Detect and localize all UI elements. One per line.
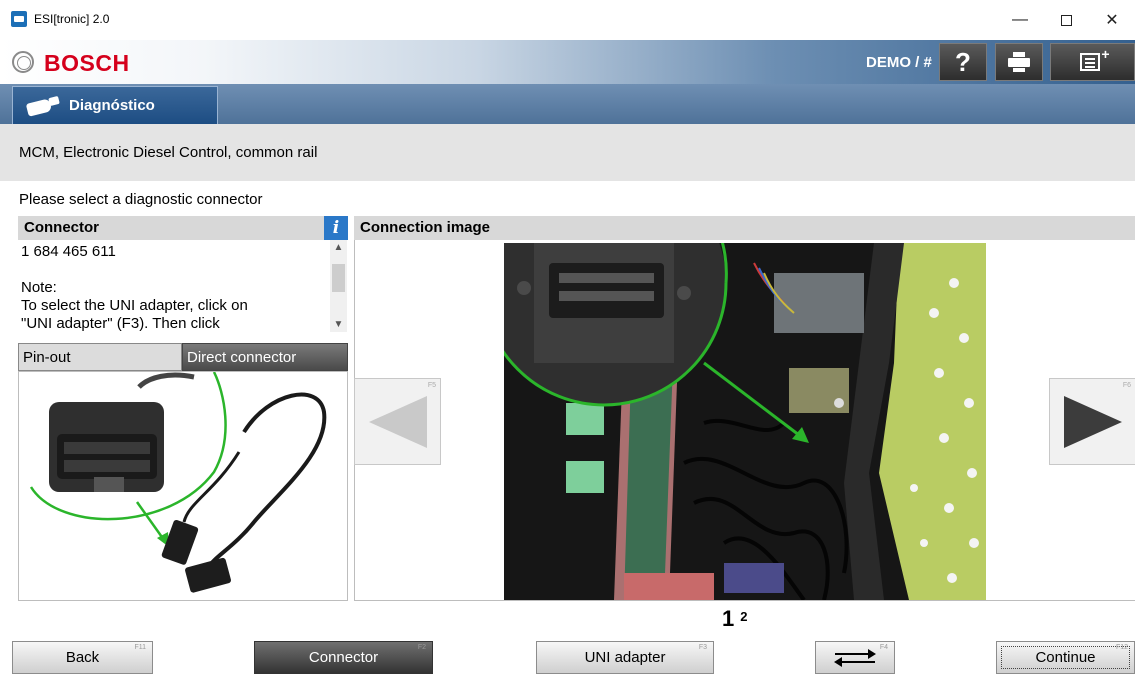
page-subtitle: MCM, Electronic Diesel Control, common r…: [19, 144, 318, 161]
diagnostic-plug-icon: [27, 96, 61, 116]
printer-icon: [1008, 52, 1030, 72]
focus-outline: [1001, 646, 1130, 669]
close-button[interactable]: ✕: [1089, 0, 1135, 40]
connector-description: 1 684 465 611 Note: To select the UNI ad…: [18, 240, 348, 332]
list-add-icon: [1079, 46, 1110, 71]
connector-heading-label: Connector: [24, 219, 99, 236]
next-image-button[interactable]: F6: [1049, 378, 1135, 465]
description-scrollbar[interactable]: ▲ ▼: [330, 240, 347, 332]
connection-image-heading: Connection image: [354, 216, 1135, 240]
page-2-link[interactable]: 2: [740, 609, 747, 624]
swap-button[interactable]: F4: [815, 641, 895, 674]
bosch-logo-icon: [12, 51, 34, 73]
menu-button[interactable]: [1050, 43, 1135, 81]
uni-adapter-label: UNI adapter: [584, 649, 666, 666]
scroll-thumb[interactable]: [332, 264, 345, 292]
key-hint: F5: [427, 382, 436, 389]
tab-pin-out[interactable]: Pin-out: [18, 343, 182, 371]
key-hint: F4: [879, 644, 888, 651]
back-label: Back: [65, 649, 100, 666]
swap-arrows-icon: [833, 648, 877, 667]
tab-diagnostico[interactable]: Diagnóstico: [12, 86, 218, 124]
app-icon: [11, 11, 27, 27]
arrow-right-icon: [1064, 396, 1122, 448]
page-1-link[interactable]: 1: [722, 606, 734, 631]
key-hint: F2: [417, 644, 426, 651]
info-icon[interactable]: i: [324, 216, 348, 240]
tab-direct-connector[interactable]: Direct connector: [182, 343, 348, 371]
help-button[interactable]: ?: [939, 43, 987, 81]
note-line: To select the UNI adapter, click on: [21, 297, 248, 314]
uni-adapter-button[interactable]: UNI adapter F3: [536, 641, 714, 674]
scroll-down-icon[interactable]: ▼: [330, 319, 347, 330]
connection-photo: [504, 243, 986, 600]
arrow-left-icon: [369, 396, 427, 448]
connector-image: [18, 371, 348, 601]
window-title: ESI[tronic] 2.0: [34, 12, 110, 26]
note-title: Note:: [21, 279, 57, 296]
connector-button[interactable]: Connector F2: [254, 641, 433, 674]
connector-label: Connector: [308, 649, 379, 666]
back-button[interactable]: Back F11: [12, 641, 153, 674]
tab-diagnostico-label: Diagnóstico: [69, 97, 155, 114]
help-icon: ?: [955, 46, 971, 77]
instruction-text: Please select a diagnostic connector: [19, 191, 263, 208]
nav-bar: Diagnóstico: [0, 84, 1135, 124]
subtitle-bar: MCM, Electronic Diesel Control, common r…: [0, 124, 1135, 181]
minimize-button[interactable]: —: [997, 0, 1043, 40]
part-number: 1 684 465 611: [21, 243, 116, 260]
connector-heading: Connector i: [18, 216, 348, 240]
print-button[interactable]: [995, 43, 1043, 81]
maximize-icon: [1060, 14, 1072, 26]
key-hint: F12: [1115, 644, 1128, 651]
app-header: BOSCH DEMO / # ?: [0, 40, 1135, 84]
image-pager: 12: [722, 606, 747, 632]
demo-label: DEMO / #: [866, 54, 932, 71]
key-hint: F3: [698, 644, 707, 651]
scroll-up-icon[interactable]: ▲: [330, 242, 347, 253]
window-titlebar: ESI[tronic] 2.0 — ✕: [0, 0, 1135, 40]
maximize-button[interactable]: [1043, 0, 1089, 40]
brand-name: BOSCH: [44, 50, 130, 76]
key-hint: F6: [1122, 382, 1131, 389]
previous-image-button[interactable]: F5: [354, 378, 441, 465]
continue-button[interactable]: Continue F12: [996, 641, 1135, 674]
key-hint: F11: [134, 644, 146, 651]
note-line: "UNI adapter" (F3). Then click: [21, 315, 220, 332]
